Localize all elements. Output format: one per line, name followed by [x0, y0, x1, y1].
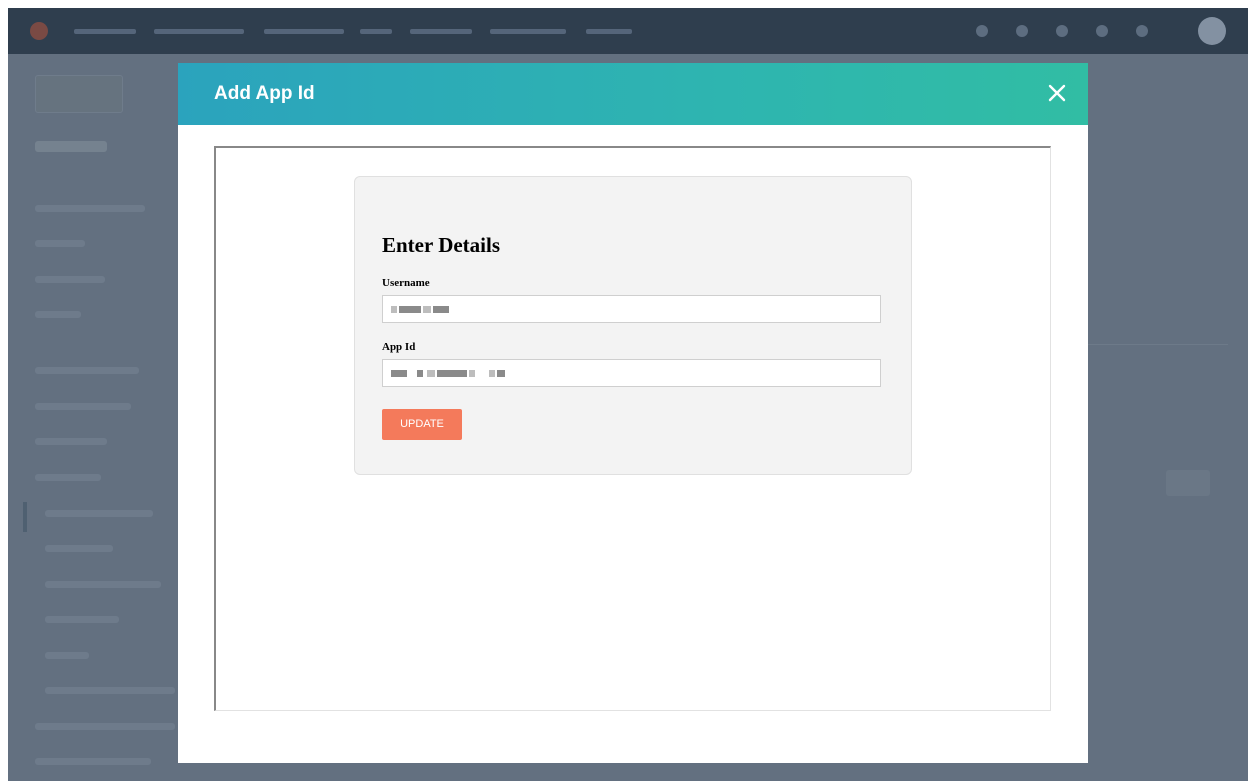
- sidebar-item-background: [45, 545, 113, 552]
- sidebar-item-background: [45, 616, 119, 623]
- sidebar-item-background: [35, 474, 101, 481]
- notifications-icon: [1136, 25, 1148, 37]
- sidebar-item-background: [35, 723, 175, 730]
- sidebar-item-background: [35, 240, 85, 247]
- redacted-text: [489, 370, 495, 377]
- sidebar-section-background: [35, 205, 145, 212]
- redacted-text: [427, 370, 435, 377]
- sidebar-item-background: [45, 687, 175, 694]
- settings-heading-background: [35, 141, 107, 152]
- nav-item: [410, 29, 472, 34]
- app-id-field[interactable]: [382, 359, 881, 387]
- sidebar-item-background: [35, 438, 107, 445]
- username-field[interactable]: [382, 295, 881, 323]
- search-icon: [976, 25, 988, 37]
- avatar: [1198, 17, 1226, 45]
- form-heading: Enter Details: [382, 233, 501, 257]
- sidebar-item-background: [45, 510, 153, 517]
- nav-item: [74, 29, 136, 34]
- username-label: Username: [382, 277, 430, 289]
- embedded-form-frame: Enter Details Username App Id UPDATE: [214, 146, 1051, 711]
- settings-icon: [1096, 25, 1108, 37]
- background-button: [1166, 470, 1210, 496]
- sidebar-item-background: [45, 581, 161, 588]
- close-icon[interactable]: [1046, 82, 1068, 104]
- sidebar-item-background: [35, 276, 105, 283]
- form-card: Enter Details Username App Id UPDATE: [354, 176, 912, 475]
- redacted-text: [469, 370, 475, 377]
- redacted-text: [391, 306, 397, 313]
- sidebar-active-indicator: [23, 502, 27, 532]
- nav-item: [586, 29, 632, 34]
- add-app-id-modal: Add App Id Enter Details Username App Id: [178, 63, 1088, 763]
- help-icon: [1056, 25, 1068, 37]
- sidebar-section-background: [35, 367, 139, 374]
- nav-item: [154, 29, 244, 34]
- redacted-text: [437, 370, 467, 377]
- marketplace-icon: [1016, 25, 1028, 37]
- nav-item: [264, 29, 344, 34]
- redacted-text: [391, 370, 407, 377]
- app-id-label: App Id: [382, 341, 416, 353]
- redacted-text: [417, 370, 423, 377]
- sidebar-item-background: [35, 403, 131, 410]
- modal-title: Add App Id: [214, 83, 315, 104]
- sidebar-item-background: [35, 311, 81, 318]
- sidebar-item-background: [45, 652, 89, 659]
- redacted-text: [399, 306, 421, 313]
- divider: [1088, 344, 1228, 345]
- update-button[interactable]: UPDATE: [382, 409, 462, 440]
- nav-item: [490, 29, 566, 34]
- redacted-text: [497, 370, 505, 377]
- sidebar-item-background: [35, 758, 151, 765]
- redacted-text: [423, 306, 431, 313]
- nav-item: [360, 29, 392, 34]
- dashboard-button-background: [35, 75, 123, 113]
- top-navigation: [8, 8, 1248, 54]
- logo-icon: [30, 22, 48, 40]
- modal-header: Add App Id: [178, 63, 1088, 125]
- redacted-text: [433, 306, 449, 313]
